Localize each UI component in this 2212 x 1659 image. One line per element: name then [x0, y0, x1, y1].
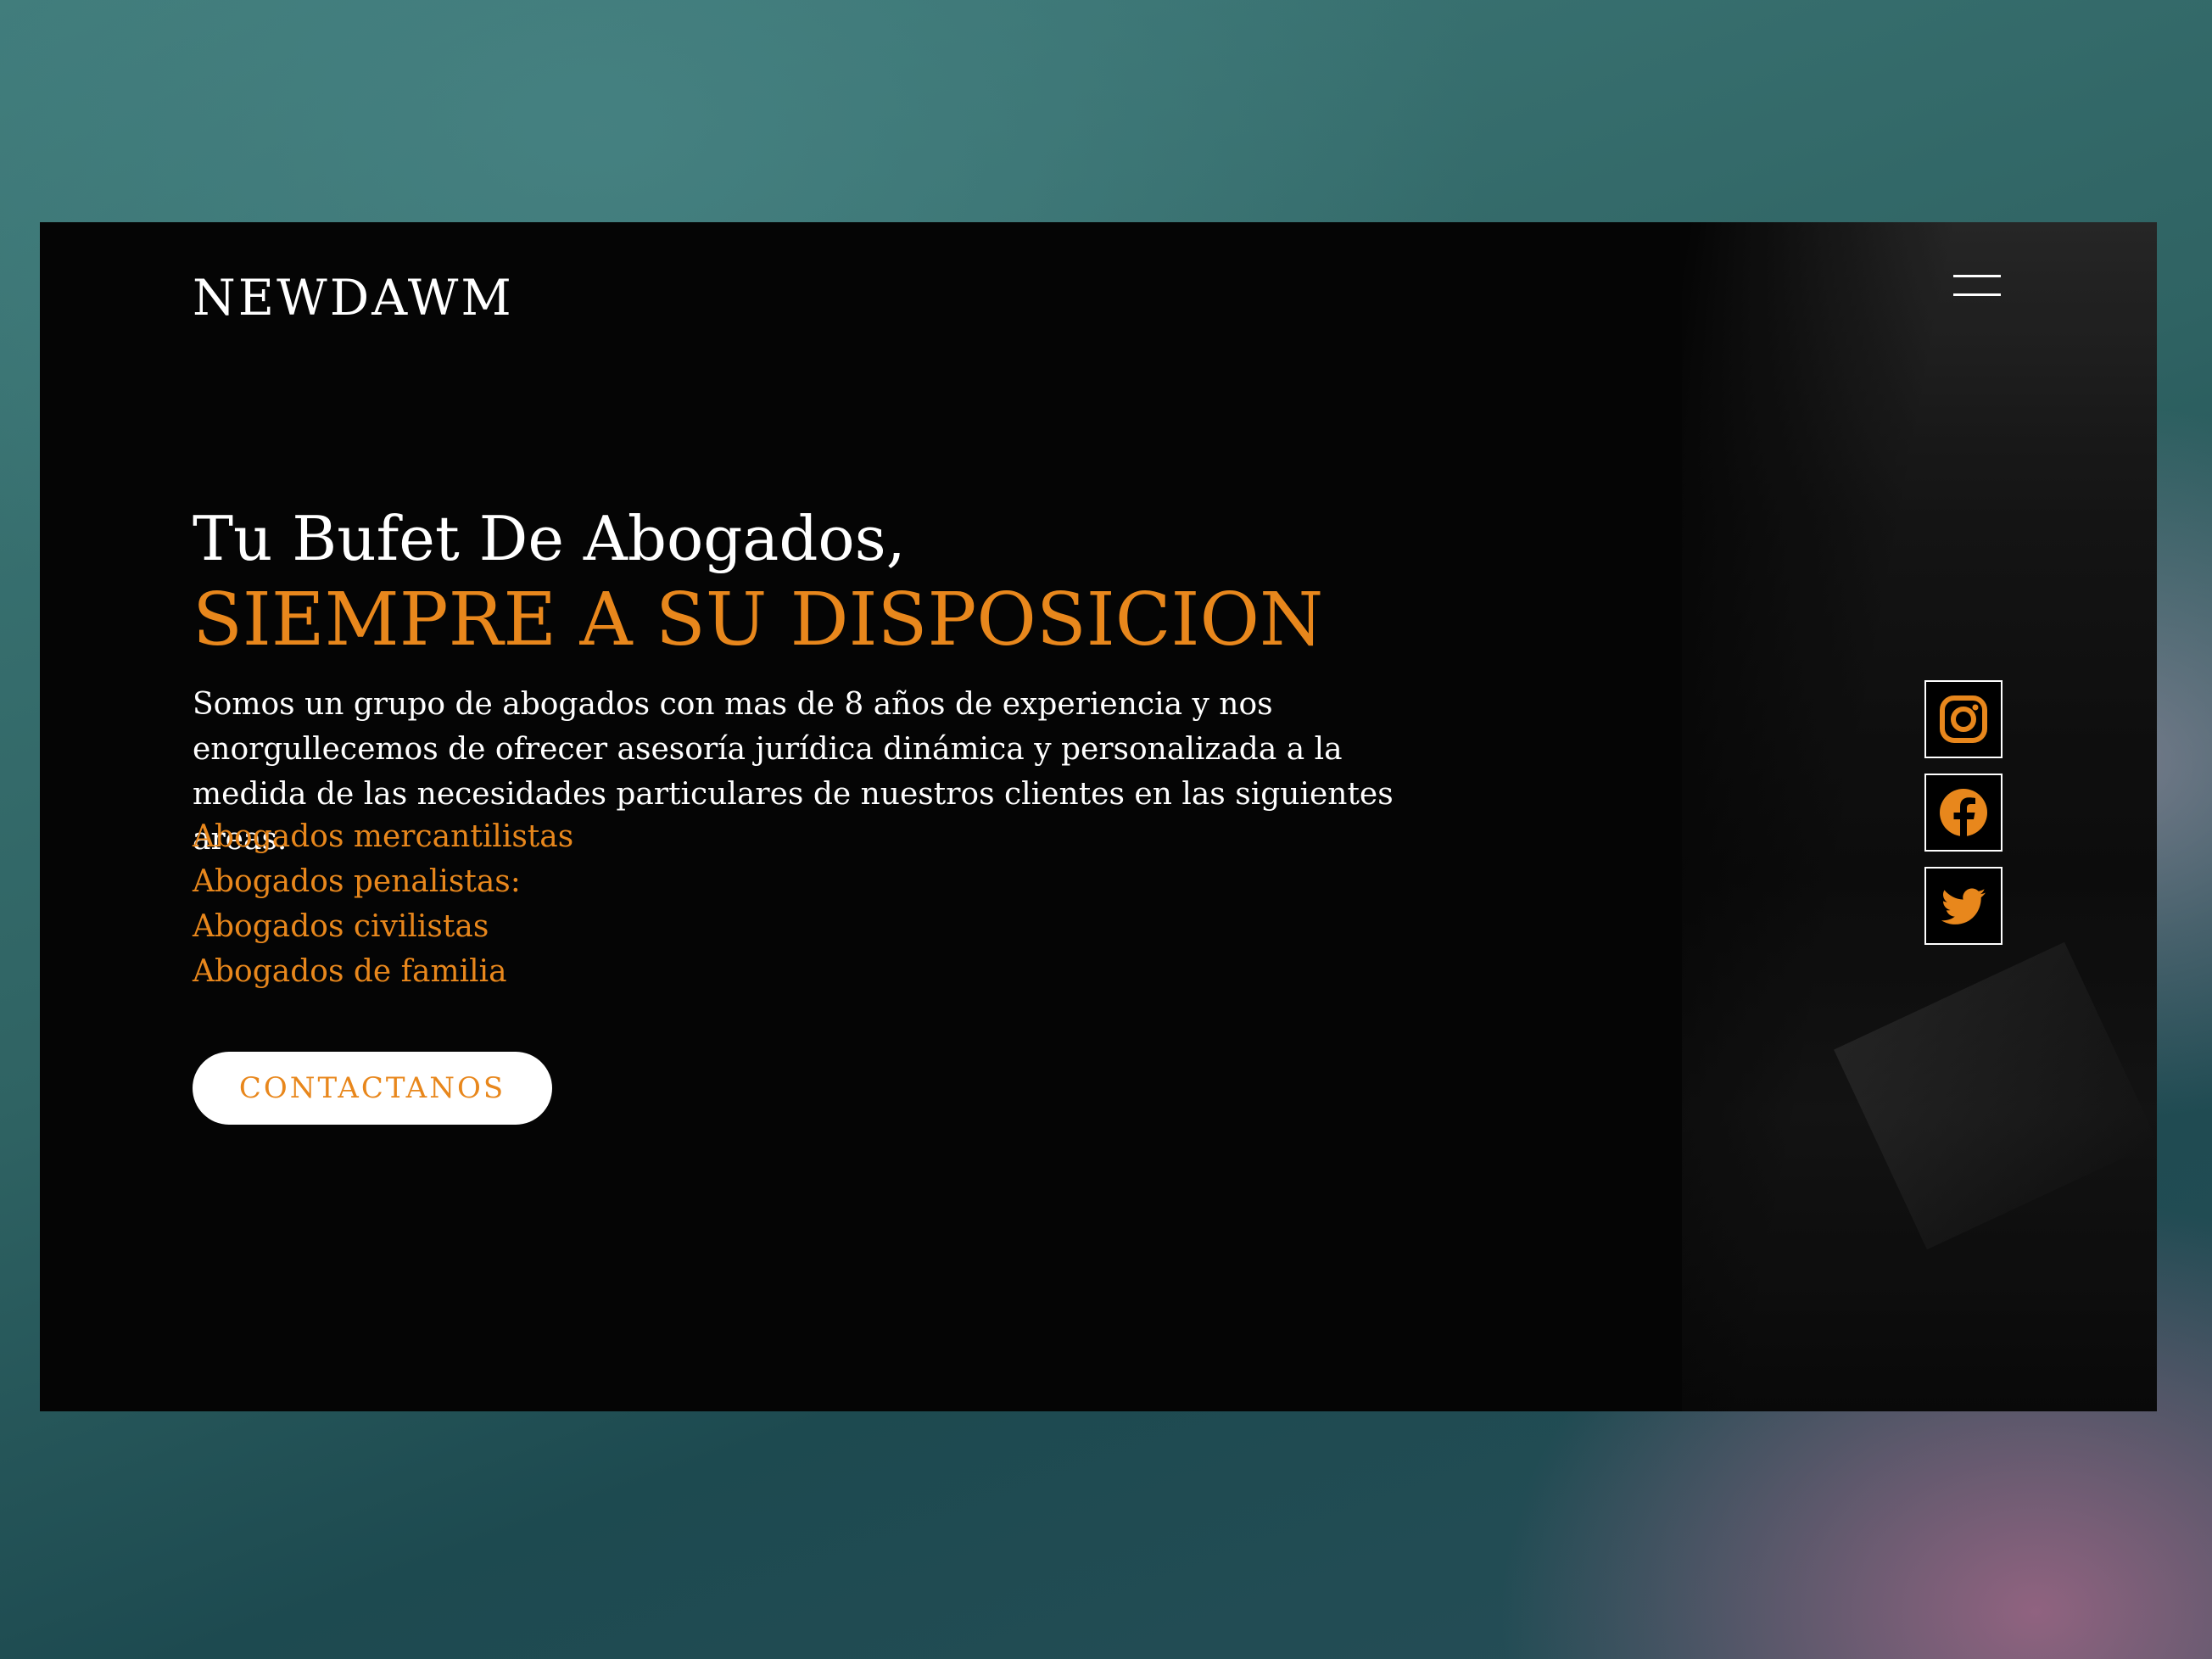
- practice-area-mercantil[interactable]: Abogados mercantilistas: [193, 814, 573, 859]
- hamburger-menu-icon[interactable]: [1953, 275, 2001, 300]
- menu-line-bottom: [1953, 293, 2001, 296]
- practice-area-civil[interactable]: Abogados civilistas: [193, 904, 573, 949]
- brand-logo[interactable]: NEWDAWM: [193, 269, 514, 327]
- practice-area-penal[interactable]: Abogados penalistas:: [193, 859, 573, 904]
- contact-button[interactable]: CONTACTANOS: [193, 1052, 552, 1125]
- menu-line-top: [1953, 275, 2001, 277]
- practice-area-familia[interactable]: Abogados de familia: [193, 949, 573, 994]
- instagram-icon: [1940, 695, 1987, 743]
- hero-headline: Tu Bufet De Abogados, SIEMPRE A SU DISPO…: [193, 498, 1323, 661]
- twitter-icon: [1941, 888, 1986, 924]
- headline-line-2: SIEMPRE A SU DISPOSICION: [193, 578, 1324, 662]
- facebook-icon: [1940, 789, 1987, 838]
- twitter-link[interactable]: [1924, 867, 2003, 945]
- headline-line-1: Tu Bufet De Abogados,: [193, 503, 906, 574]
- practice-areas-list: Abogados mercantilistas Abogados penalis…: [193, 814, 573, 994]
- facebook-link[interactable]: [1924, 774, 2003, 852]
- hero-section: NEWDAWM Tu Bufet De Abogados, SIEMPRE A …: [40, 222, 2157, 1411]
- instagram-link[interactable]: [1924, 680, 2003, 758]
- social-links: [1924, 680, 2003, 960]
